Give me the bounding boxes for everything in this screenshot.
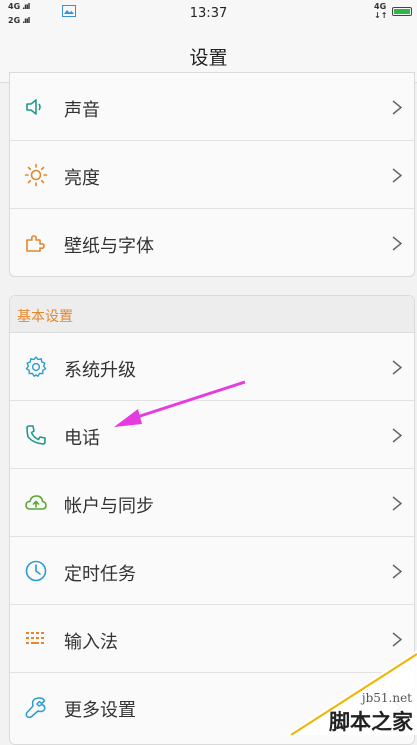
chevron-right-icon [392,700,402,715]
gear-icon [25,356,47,377]
chevron-right-icon [392,632,402,647]
keyboard-icon [26,632,44,644]
chevron-right-icon [392,564,402,579]
phone-icon [26,425,46,445]
settings-row-brightness[interactable]: 亮度 [10,141,414,209]
status-bar: 4G .ııl 2G .ııl 13:37 4G ↓↑ [0,0,417,30]
settings-row-system-update[interactable]: 系统升级 [10,333,414,401]
section-header-basic-settings: 基本设置 [10,296,414,333]
settings-row-label: 输入法 [64,632,118,653]
settings-row-label: 亮度 [64,168,100,189]
page-title: 设置 [189,47,228,69]
settings-row-label: 电话 [64,428,100,449]
puzzle-icon [26,235,45,252]
settings-row-label: 帐户与同步 [64,496,154,517]
settings-row-wallpaper-font[interactable]: 壁纸与字体 [10,209,414,276]
settings-group-display: 声音 亮度 壁纸与字体 [9,72,415,277]
chevron-right-icon [392,428,402,443]
settings-row-more-settings[interactable]: 更多设置 [10,673,414,741]
chevron-right-icon [392,236,402,251]
chevron-right-icon [392,168,402,183]
cloud-sync-icon [25,495,47,510]
settings-row-account-sync[interactable]: 帐户与同步 [10,469,414,537]
speaker-icon [26,99,41,115]
settings-row-label: 定时任务 [64,564,136,585]
settings-row-sound[interactable]: 声音 [10,73,414,141]
sun-icon [24,163,48,187]
chevron-right-icon [392,100,402,115]
chevron-right-icon [392,360,402,375]
clock-icon [25,560,47,582]
settings-row-label: 更多设置 [64,700,136,721]
settings-row-label: 系统升级 [64,360,136,381]
settings-group-basic: 基本设置 系统升级 电话 帐户与同步 定时任务 输入法 更多设置 [9,295,415,745]
wrench-icon [25,697,46,719]
settings-row-label: 壁纸与字体 [64,236,154,257]
chevron-right-icon [392,496,402,511]
status-time: 13:37 [189,6,228,21]
settings-row-scheduled-tasks[interactable]: 定时任务 [10,537,414,605]
network-data-icon: 4G ↓↑ [374,2,388,20]
settings-row-label: 声音 [64,100,100,121]
settings-row-phone[interactable]: 电话 [10,401,414,469]
battery-icon [392,7,412,16]
settings-row-input-method[interactable]: 输入法 [10,605,414,673]
section-title: 基本设置 [17,309,73,325]
